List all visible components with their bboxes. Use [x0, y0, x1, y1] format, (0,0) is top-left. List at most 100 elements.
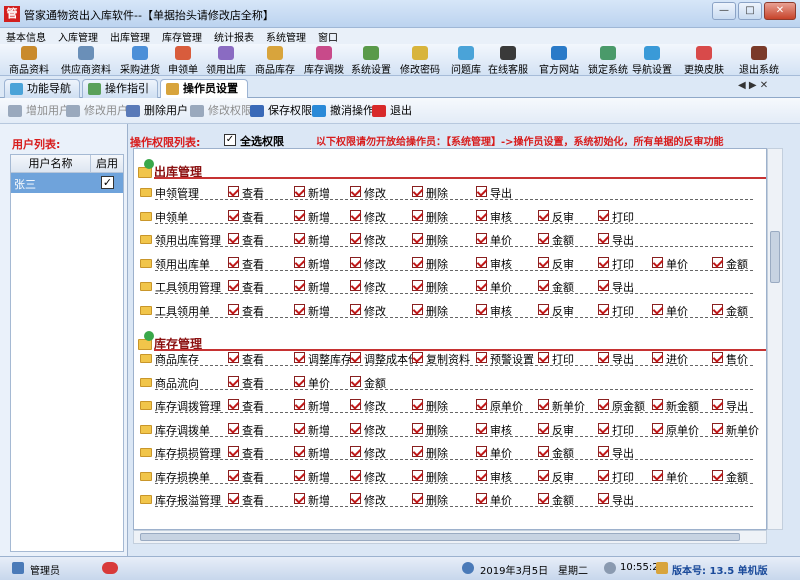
- permission-checkbox[interactable]: [228, 493, 239, 504]
- scrollbar-thumb[interactable]: [140, 533, 740, 541]
- permission-checkbox[interactable]: [294, 256, 305, 268]
- permission-option-label[interactable]: 查看: [242, 303, 264, 319]
- permission-checkbox[interactable]: [712, 352, 723, 363]
- select-all-label[interactable]: 全选权限: [240, 133, 284, 149]
- permission-option-label[interactable]: 新增: [308, 303, 330, 319]
- permission-checkbox[interactable]: [412, 303, 423, 315]
- permission-checkbox[interactable]: [228, 375, 239, 387]
- permission-option-label[interactable]: 原金额: [612, 398, 645, 414]
- permission-checkbox[interactable]: [538, 469, 549, 481]
- permission-option-label[interactable]: 审核: [490, 303, 512, 319]
- permission-option-label[interactable]: 复制资料: [426, 351, 470, 367]
- permission-checkbox[interactable]: [350, 469, 361, 481]
- permission-option-label[interactable]: 单价: [490, 232, 512, 248]
- toolbar-button[interactable]: 系统设置: [348, 44, 394, 76]
- permission-option-label[interactable]: 反审: [552, 209, 574, 225]
- permission-option-label[interactable]: 单价: [666, 256, 688, 272]
- permission-checkbox[interactable]: [350, 493, 361, 504]
- permission-option-label[interactable]: 新金额: [666, 398, 699, 414]
- permission-checkbox[interactable]: [350, 280, 361, 291]
- permission-option-label[interactable]: 查看: [242, 375, 264, 391]
- permission-option-label[interactable]: 金额: [552, 232, 574, 248]
- permission-checkbox[interactable]: [228, 209, 239, 221]
- permission-checkbox[interactable]: [598, 303, 609, 315]
- permission-option-label[interactable]: 查看: [242, 492, 264, 508]
- permission-checkbox[interactable]: [652, 469, 663, 481]
- permission-option-label[interactable]: 金额: [726, 256, 748, 272]
- permission-option-label[interactable]: 导出: [726, 398, 748, 414]
- permission-checkbox[interactable]: [350, 209, 361, 221]
- permission-checkbox[interactable]: [294, 233, 305, 244]
- permission-checkbox[interactable]: [294, 422, 305, 434]
- permission-checkbox[interactable]: [350, 422, 361, 434]
- permission-checkbox[interactable]: [476, 446, 487, 457]
- tab-operator-settings[interactable]: 操作员设置: [160, 79, 248, 99]
- permission-option-label[interactable]: 打印: [552, 351, 574, 367]
- toolbar-button[interactable]: 申领单: [164, 44, 202, 76]
- permission-option-label[interactable]: 打印: [612, 256, 634, 272]
- permission-option-label[interactable]: 审核: [490, 209, 512, 225]
- menu-inventory[interactable]: 库存管理: [156, 28, 208, 44]
- operator-toolbar-button[interactable]: 修改用户: [66, 103, 128, 119]
- permission-option-label[interactable]: 新增: [308, 469, 330, 485]
- permission-checkbox[interactable]: [476, 422, 487, 434]
- operator-toolbar-button[interactable]: 删除用户: [126, 103, 188, 119]
- permission-option-label[interactable]: 新增: [308, 492, 330, 508]
- permission-checkbox[interactable]: [712, 256, 723, 268]
- permission-checkbox[interactable]: [228, 280, 239, 291]
- permission-checkbox[interactable]: [294, 352, 305, 363]
- permission-checkbox[interactable]: [538, 256, 549, 268]
- permission-option-label[interactable]: 查看: [242, 279, 264, 295]
- permission-option-label[interactable]: 售价: [726, 351, 748, 367]
- permission-checkbox[interactable]: [598, 233, 609, 244]
- permission-checkbox[interactable]: [538, 303, 549, 315]
- permission-option-label[interactable]: 修改: [364, 209, 386, 225]
- vertical-scrollbar[interactable]: [767, 148, 783, 530]
- permission-checkbox[interactable]: [652, 352, 663, 363]
- permission-option-label[interactable]: 打印: [612, 469, 634, 485]
- permission-option-label[interactable]: 查看: [242, 232, 264, 248]
- permission-option-label[interactable]: 金额: [726, 303, 748, 319]
- permission-checkbox[interactable]: [294, 469, 305, 481]
- permission-checkbox[interactable]: [652, 303, 663, 315]
- column-header-name[interactable]: 用户名称: [11, 155, 91, 173]
- permission-option-label[interactable]: 金额: [552, 279, 574, 295]
- permission-checkbox[interactable]: [476, 303, 487, 315]
- toolbar-button[interactable]: 问题库: [446, 44, 486, 76]
- user-enabled-checkbox[interactable]: ✓: [101, 176, 114, 189]
- permission-checkbox[interactable]: [476, 209, 487, 221]
- toolbar-button[interactable]: 采购进货: [116, 44, 164, 76]
- permission-checkbox[interactable]: [294, 280, 305, 291]
- permission-checkbox[interactable]: [538, 209, 549, 221]
- maximize-button[interactable]: □: [738, 2, 762, 20]
- permission-option-label[interactable]: 修改: [364, 232, 386, 248]
- menu-basic-info[interactable]: 基本信息: [0, 28, 52, 44]
- permission-checkbox[interactable]: [294, 209, 305, 221]
- permission-option-label[interactable]: 新增: [308, 398, 330, 414]
- permission-option-label[interactable]: 查看: [242, 256, 264, 272]
- permission-option-label[interactable]: 新增: [308, 232, 330, 248]
- select-all-checkbox[interactable]: ✓: [224, 134, 236, 146]
- operator-toolbar-button[interactable]: 保存权限: [250, 103, 312, 119]
- table-row[interactable]: 张三 ✓: [11, 173, 123, 193]
- menu-system[interactable]: 系统管理: [260, 28, 312, 44]
- permission-option-label[interactable]: 金额: [364, 375, 386, 391]
- permission-option-label[interactable]: 反审: [552, 303, 574, 319]
- permission-checkbox[interactable]: [412, 233, 423, 244]
- permission-option-label[interactable]: 单价: [666, 469, 688, 485]
- permission-option-label[interactable]: 修改: [364, 279, 386, 295]
- scrollbar-thumb[interactable]: [770, 231, 780, 283]
- permission-checkbox[interactable]: [476, 352, 487, 363]
- permission-option-label[interactable]: 调整库存: [308, 351, 352, 367]
- menu-inbound[interactable]: 入库管理: [52, 28, 104, 44]
- toolbar-button[interactable]: 领用出库: [202, 44, 250, 76]
- menu-outbound[interactable]: 出库管理: [104, 28, 156, 44]
- column-header-enabled[interactable]: 启用: [91, 155, 123, 173]
- permission-option-label[interactable]: 删除: [426, 469, 448, 485]
- permission-option-label[interactable]: 查看: [242, 209, 264, 225]
- operator-toolbar-button[interactable]: 退出: [372, 103, 412, 119]
- operator-toolbar-button[interactable]: 修改权限: [190, 103, 252, 119]
- toolbar-button[interactable]: 导航设置: [628, 44, 676, 76]
- operator-toolbar-button[interactable]: 增加用户: [8, 103, 70, 119]
- permission-option-label[interactable]: 查看: [242, 351, 264, 367]
